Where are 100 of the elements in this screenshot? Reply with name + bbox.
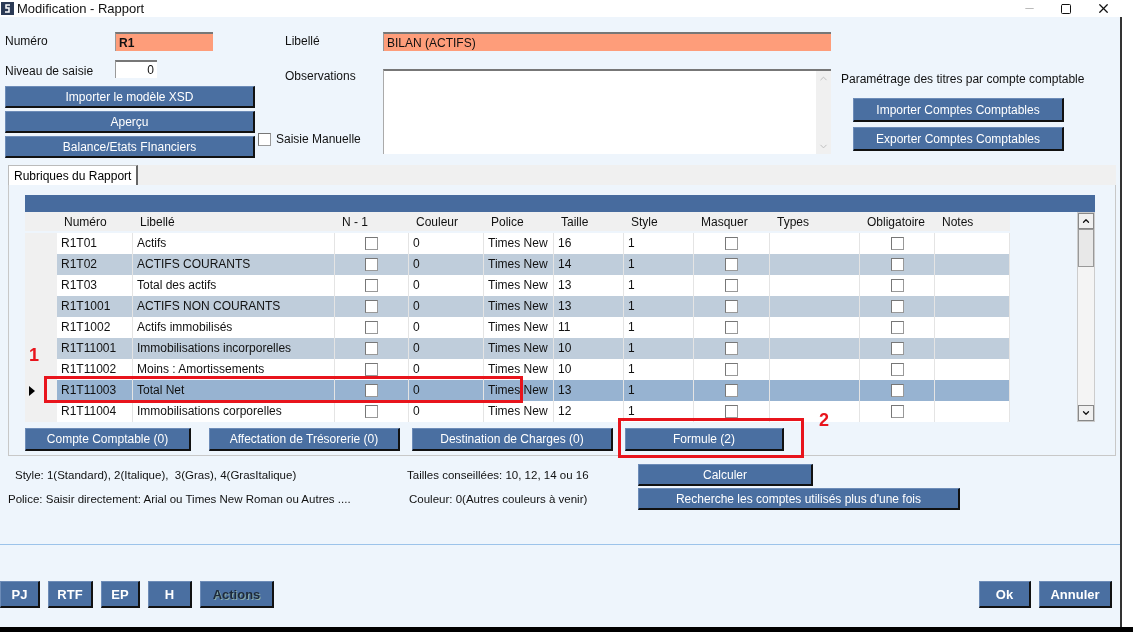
column-header[interactable]: Police [484,212,554,231]
checkbox[interactable] [365,342,378,355]
action-button[interactable]: Destination de Charges (0) [412,428,613,451]
libelle-field[interactable]: BILAN (ACTIFS) [383,32,831,51]
toolbar-button[interactable]: H [148,581,192,608]
column-header[interactable]: Obligatoire [860,212,935,231]
table-cell: R1T11002 [57,359,133,380]
column-header[interactable]: Libellé [133,212,335,231]
action-button[interactable]: Affectation de Trésorerie (0) [209,428,400,451]
table-cell: 14 [554,254,624,275]
table-cell: 11 [554,317,624,338]
checkbox[interactable] [725,405,738,418]
column-header[interactable]: Notes [935,212,1010,231]
checkbox[interactable] [258,132,271,146]
checkbox[interactable] [890,384,904,397]
checkbox[interactable] [365,384,378,397]
table-cell: Times New [484,317,554,338]
table-cell: Total Net [133,380,335,401]
table-cell: R1T11004 [57,401,133,422]
checkbox[interactable] [365,405,378,418]
column-header[interactable]: Style [624,212,694,231]
column-header[interactable]: Masquer [694,212,770,231]
table-cell: 16 [554,233,624,254]
column-header[interactable]: Numéro [57,212,133,231]
table-cell: Times New [484,296,554,317]
table-cell: 0 [409,254,484,275]
checkbox[interactable] [890,342,904,355]
checkbox[interactable] [725,321,738,334]
scroll-up-icon [1081,216,1091,226]
table-cell: Immobilisations incorporelles [133,338,335,359]
toolbar-button[interactable]: EP [101,581,140,608]
scroll-down-button[interactable] [1078,405,1094,421]
search-button[interactable]: Recherche les comptes utilisés plus d'une fois [638,488,960,510]
close-icon[interactable] [1096,1,1111,16]
checkbox[interactable] [365,279,378,292]
checkbox[interactable] [890,237,904,250]
dialog-button[interactable]: Annuler [1039,581,1112,608]
checkbox[interactable] [725,363,738,376]
field-label: Libellé [285,34,321,48]
table-cell: 13 [554,296,624,317]
checkbox[interactable] [725,384,738,397]
checkbox[interactable] [365,300,378,313]
table-cell: 0 [409,359,484,380]
column-header[interactable]: N - 1 [335,212,409,231]
dialog-button[interactable]: Ok [979,581,1031,608]
help-text: Style: 1(Standard), 2(Italique), 3(Gras), 4(GrasItalique) [14,469,298,481]
scroll-up-button[interactable] [1078,213,1094,229]
table-cell: 1 [624,254,694,275]
action-button[interactable]: Formule (2) [625,428,784,451]
action-button[interactable]: Balance/Etats FInanciers [5,136,255,158]
table-cell: 0 [409,233,484,254]
checkbox[interactable] [890,321,904,334]
table-cell: 0 [409,338,484,359]
table-cell: 10 [554,359,624,380]
checkbox[interactable] [365,237,378,250]
scrollbar[interactable] [1077,212,1095,422]
checkbox[interactable] [890,363,904,376]
table-cell: ACTIFS COURANTS [133,254,335,275]
checkbox[interactable] [725,237,738,250]
niveau-field[interactable]: 0 [115,60,157,78]
table-cell: 1 [624,275,694,296]
table-cell: 1 [624,401,694,422]
numero-field[interactable]: R1 [115,32,213,51]
checkbox[interactable] [365,321,378,334]
column-header[interactable]: Couleur [409,212,484,231]
calculate-button[interactable]: Calculer [638,464,813,486]
checkbox[interactable] [890,279,904,292]
action-button[interactable]: Importer le modèle XSD [5,86,255,108]
table-cell: 1 [624,338,694,359]
table-cell: 1 [624,233,694,254]
scroll-down-icon [1081,408,1091,418]
table-cell: 0 [409,296,484,317]
checkbox[interactable] [365,363,378,376]
table-cell: Times New [484,401,554,422]
action-button[interactable]: Compte Comptable (0) [25,428,191,451]
maximize-icon[interactable] [1060,2,1072,15]
column-header[interactable]: Taille [554,212,624,231]
toolbar-button[interactable]: PJ [0,581,40,608]
action-button[interactable]: Importer Comptes Comptables [853,98,1064,122]
checkbox[interactable] [725,342,738,355]
action-button[interactable]: Exporter Comptes Comptables [853,127,1064,151]
tab[interactable]: Rubriques du Rapport [8,165,139,185]
checkbox[interactable] [890,258,904,271]
section-title: Paramétrage des titres par compte comptable [841,72,1085,86]
checkbox[interactable] [725,258,738,271]
table-cell: Times New [484,338,554,359]
checkbox-label: Saisie Manuelle [276,132,361,146]
checkbox[interactable] [725,279,738,292]
table-cell: Times New [484,359,554,380]
checkbox[interactable] [365,258,378,271]
scroll-thumb[interactable] [1078,229,1094,267]
checkbox[interactable] [890,300,904,313]
column-header[interactable]: Types [770,212,860,231]
checkbox[interactable] [890,405,904,418]
toolbar-button[interactable]: Actions [200,581,274,608]
toolbar-button[interactable]: RTF [48,581,93,608]
table-cell: 1 [624,359,694,380]
checkbox[interactable] [725,300,738,313]
action-button[interactable]: Aperçu [5,111,255,133]
table-cell: R1T1002 [57,317,133,338]
